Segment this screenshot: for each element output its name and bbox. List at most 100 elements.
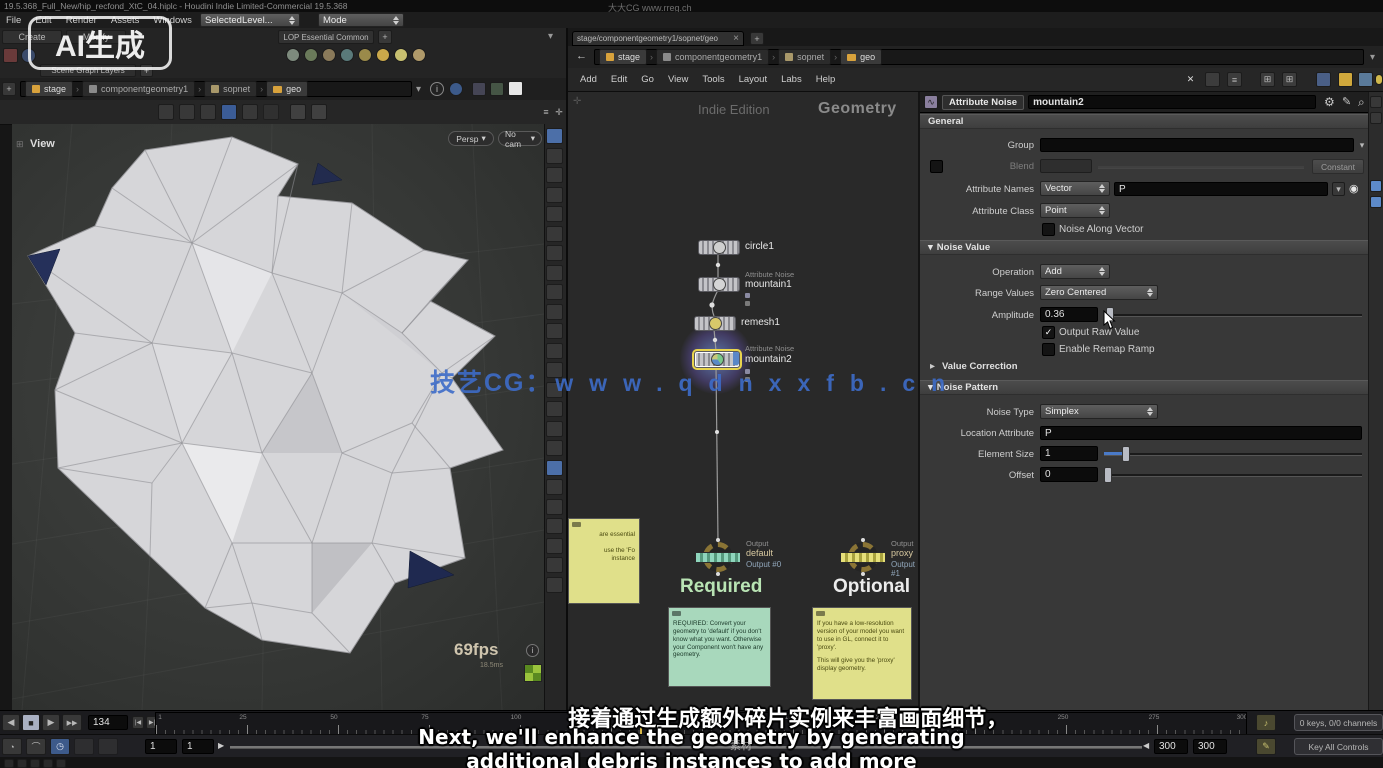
sticky-note-proxy[interactable]: If you have a low-resolution version of … xyxy=(812,607,912,700)
network-list-icon[interactable]: ≡ xyxy=(1227,72,1242,87)
viewport-display-option-icon[interactable] xyxy=(546,128,563,144)
camera-tool-icon[interactable] xyxy=(311,104,327,120)
offset-slider-handle[interactable] xyxy=(1104,467,1112,483)
network-image-icon[interactable] xyxy=(1358,72,1373,87)
network-page-icon[interactable] xyxy=(1205,72,1220,87)
range-end2-field[interactable]: 300 xyxy=(1193,739,1227,754)
translate-tool-icon[interactable] xyxy=(179,104,195,120)
sticky-collapse-handle[interactable] xyxy=(572,522,581,527)
viewport-display-option-icon[interactable] xyxy=(546,401,563,417)
audio-toggle-icon[interactable]: ◔ xyxy=(2,738,22,755)
viewport-info-icon[interactable]: i xyxy=(526,644,539,657)
viewport-display-option-icon[interactable] xyxy=(546,304,563,320)
viewport-display-option-icon[interactable] xyxy=(546,245,563,261)
noise-along-vector-checkbox[interactable] xyxy=(1042,223,1055,236)
info-circle-icon[interactable]: i xyxy=(430,82,444,96)
shelf-caret-icon[interactable]: ▾ xyxy=(548,31,553,42)
viewport-display-option-icon[interactable] xyxy=(546,577,563,593)
network-menu-view[interactable]: View xyxy=(668,74,688,85)
viewport-display-option-icon[interactable] xyxy=(546,148,563,164)
shelf-add-tab-button[interactable]: + xyxy=(378,30,392,44)
node-remesh1[interactable] xyxy=(694,316,736,331)
node-circle1[interactable] xyxy=(698,240,740,255)
network-doc-icon[interactable] xyxy=(1316,72,1331,87)
breadcrumb-stage[interactable]: stage xyxy=(599,49,647,65)
section-general[interactable]: General xyxy=(920,114,1368,129)
status-icon[interactable] xyxy=(17,759,27,768)
breadcrumb-stage[interactable]: stage xyxy=(25,81,73,97)
key-tile-icon[interactable]: ✎ xyxy=(1256,738,1276,755)
pin-icon[interactable]: ◉ xyxy=(1349,182,1359,195)
range-end-field[interactable]: 300 xyxy=(1154,739,1188,754)
breadcrumb-geo[interactable]: geo xyxy=(840,49,882,65)
node-name-field[interactable]: mountain2 xyxy=(1028,95,1316,109)
sticky-collapse-handle[interactable] xyxy=(816,611,825,616)
menu-file[interactable]: File xyxy=(6,15,21,26)
noise-type-dropdown[interactable]: Simplex xyxy=(1040,404,1158,419)
network-menu-add[interactable]: Add xyxy=(580,74,597,85)
current-frame-field[interactable]: 134 xyxy=(88,715,128,730)
range-start2-field[interactable]: 1 xyxy=(182,739,214,754)
edge-tool-blue-icon[interactable] xyxy=(1370,180,1382,192)
shelf-tool-icon[interactable] xyxy=(412,48,426,62)
network-menu-help[interactable]: Help xyxy=(816,74,836,85)
sticky-collapse-handle[interactable] xyxy=(672,611,681,616)
shelf-tool-icon[interactable] xyxy=(340,48,354,62)
viewport-display-option-icon[interactable] xyxy=(546,499,563,515)
play-button[interactable]: ▶ xyxy=(42,714,60,731)
close-icon[interactable]: × xyxy=(733,33,739,44)
blend-field[interactable] xyxy=(1040,159,1092,173)
shelf-tool-icon[interactable] xyxy=(304,48,318,62)
breadcrumb-componentgeometry1[interactable]: componentgeometry1 xyxy=(656,49,769,65)
status-icon[interactable] xyxy=(56,759,66,768)
performance-icon[interactable]: ⌒ xyxy=(26,738,46,755)
element-size-slider-handle[interactable] xyxy=(1122,446,1130,462)
stop-button[interactable]: ■ xyxy=(22,714,40,731)
viewport-grid-toggle-icon[interactable] xyxy=(524,664,542,682)
network-oval-icon[interactable] xyxy=(1375,74,1383,85)
level-selector-dropdown[interactable]: SelectedLevel... xyxy=(200,13,300,27)
blend-slider[interactable] xyxy=(1098,166,1304,169)
mode-dropdown[interactable]: Mode xyxy=(318,13,404,27)
gear-icon[interactable]: ⚙ xyxy=(1324,95,1335,109)
range-end-marker-icon[interactable]: ◀ xyxy=(1143,741,1149,750)
range-marker-icon[interactable]: ▶ xyxy=(218,741,224,750)
attribute-name-field[interactable]: P xyxy=(1114,182,1328,196)
range-values-dropdown[interactable]: Zero Centered xyxy=(1040,285,1158,300)
next-frame-button[interactable]: ▶▶ xyxy=(62,714,82,731)
network-folder-icon[interactable] xyxy=(1338,72,1353,87)
breadcrumb-componentgeometry1[interactable]: componentgeometry1 xyxy=(82,81,195,97)
network-menu-layout[interactable]: Layout xyxy=(739,74,768,85)
sticky-note-partial[interactable]: are essential use the 'Fo instance xyxy=(568,518,640,604)
blend-constant-button[interactable]: Constant xyxy=(1312,159,1364,174)
offset-field[interactable]: 0 xyxy=(1040,467,1098,482)
viewport-display-option-icon[interactable] xyxy=(546,167,563,183)
viewport[interactable]: ⊞ View Persp ▾ No cam ▾ 69fps 18.5ms i xyxy=(12,124,544,710)
group-menu-button[interactable]: ▾ xyxy=(1356,138,1368,152)
pane-tool-icon[interactable] xyxy=(490,82,504,96)
network-menu-tools[interactable]: Tools xyxy=(702,74,724,85)
shelf-tab-lop-essential[interactable]: LOP Essential Common xyxy=(278,30,374,44)
projection-pill[interactable]: Persp ▾ xyxy=(448,131,494,146)
status-icon[interactable] xyxy=(4,759,14,768)
range-start-field[interactable]: 1 xyxy=(145,739,177,754)
brush-icon[interactable]: ✎ xyxy=(1342,95,1351,108)
viewport-display-option-icon[interactable] xyxy=(546,557,563,573)
network-wrench-icon[interactable]: ✕ xyxy=(1183,72,1198,87)
toolbar-extra-icon[interactable]: ✛ xyxy=(553,104,565,120)
section-noise-value[interactable]: ▾ Noise Value xyxy=(920,240,1368,255)
select-tool-icon[interactable] xyxy=(158,104,174,120)
path-add-button[interactable]: + xyxy=(2,82,16,96)
viewport-display-option-icon[interactable] xyxy=(546,460,563,476)
breadcrumb-sopnet[interactable]: sopnet xyxy=(204,81,257,97)
amplitude-field[interactable]: 0.36 xyxy=(1040,307,1098,322)
sticky-note-required[interactable]: REQUIRED: Convert your geometry to 'defa… xyxy=(668,607,771,687)
camera-pill[interactable]: No cam ▾ xyxy=(498,131,542,146)
search-icon[interactable]: ⌕ xyxy=(1358,95,1365,110)
output-raw-value-checkbox[interactable]: ✓ xyxy=(1042,326,1055,339)
rotate-tool-icon[interactable] xyxy=(200,104,216,120)
offset-slider[interactable] xyxy=(1104,474,1362,477)
viewport-display-option-icon[interactable] xyxy=(546,284,563,300)
attribute-type-dropdown[interactable]: Vector xyxy=(1040,181,1110,196)
section-noise-pattern[interactable]: ▾ Noise Pattern xyxy=(920,380,1368,395)
